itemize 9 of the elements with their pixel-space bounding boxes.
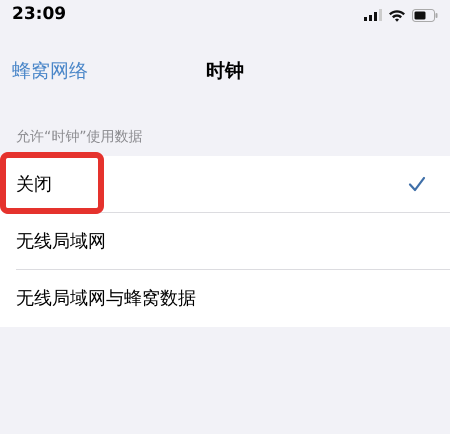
option-label[interactable]: 关闭 [16, 170, 52, 198]
option-label[interactable]: 无线局域网与蜂窝数据 [16, 285, 196, 312]
section-header: 允许“时钟”使用数据 [15, 128, 144, 147]
nav-title: 时钟 [206, 59, 244, 84]
status-time: 23:09 [12, 3, 66, 26]
option-label[interactable]: 无线局域网 [16, 228, 106, 254]
signal-icon [364, 9, 382, 21]
wifi-icon [388, 8, 406, 22]
battery-icon [412, 8, 438, 22]
